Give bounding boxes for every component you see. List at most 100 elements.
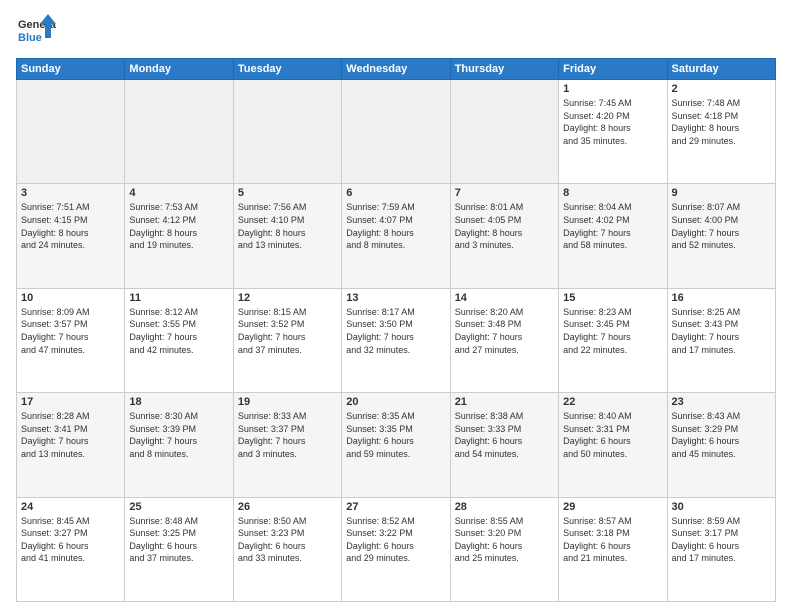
day-cell-12: 12 Sunrise: 8:15 AMSunset: 3:52 PMDayligh… xyxy=(233,288,341,392)
day-cell-15: 15Sunrise: 8:23 AMSunset: 3:45 PMDayligh… xyxy=(559,288,667,392)
day-info: Sunrise: 7:56 AMSunset: 4:10 PMDaylight:… xyxy=(238,201,337,251)
day-number: 3 xyxy=(21,187,120,199)
day-number: 22 xyxy=(563,396,662,408)
day-info: Sunrise: 8:57 AMSunset: 3:18 PMDaylight:… xyxy=(563,515,662,565)
day-number: 5 xyxy=(238,187,337,199)
empty-cell xyxy=(17,80,125,184)
day-cell-25: 25 Sunrise: 8:48 AMSunset: 3:25 PMDayligh… xyxy=(125,497,233,601)
header: General Blue xyxy=(16,12,776,52)
week-row-3: 10 Sunrise: 8:09 AMSunset: 3:57 PMDayligh… xyxy=(17,288,776,392)
week-row-2: 3 Sunrise: 7:51 AMSunset: 4:15 PMDaylight… xyxy=(17,184,776,288)
day-info: Sunrise: 8:30 AMSunset: 3:39 PMDaylight:… xyxy=(129,410,228,460)
empty-cell xyxy=(233,80,341,184)
day-number: 24 xyxy=(21,501,120,513)
day-number: 10 xyxy=(21,292,120,304)
day-cell-4: 4Sunrise: 7:53 AMSunset: 4:12 PMDaylight… xyxy=(125,184,233,288)
day-cell-20: 20 Sunrise: 8:35 AMSunset: 3:35 PMDayligh… xyxy=(342,393,450,497)
day-number: 23 xyxy=(672,396,771,408)
day-info: Sunrise: 8:35 AMSunset: 3:35 PMDaylight:… xyxy=(346,410,445,460)
day-number: 20 xyxy=(346,396,445,408)
day-number: 14 xyxy=(455,292,554,304)
day-info: Sunrise: 8:17 AMSunset: 3:50 PMDaylight:… xyxy=(346,306,445,356)
weekday-header-row: SundayMondayTuesdayWednesdayThursdayFrid… xyxy=(17,59,776,80)
calendar-page: General Blue SundayMondayTuesdayWednesda… xyxy=(0,0,792,612)
day-number: 29 xyxy=(563,501,662,513)
day-info: Sunrise: 8:38 AMSunset: 3:33 PMDaylight:… xyxy=(455,410,554,460)
day-cell-21: 21 Sunrise: 8:38 AMSunset: 3:33 PMDayligh… xyxy=(450,393,558,497)
day-number: 30 xyxy=(672,501,771,513)
week-row-5: 24Sunrise: 8:45 AMSunset: 3:27 PMDayligh… xyxy=(17,497,776,601)
day-info: Sunrise: 8:01 AMSunset: 4:05 PMDaylight:… xyxy=(455,201,554,251)
day-info: Sunrise: 7:59 AMSunset: 4:07 PMDaylight:… xyxy=(346,201,445,251)
logo-svg: General Blue xyxy=(16,12,56,52)
day-number: 15 xyxy=(563,292,662,304)
day-number: 28 xyxy=(455,501,554,513)
day-info: Sunrise: 8:43 AMSunset: 3:29 PMDaylight:… xyxy=(672,410,771,460)
day-info: Sunrise: 8:40 AMSunset: 3:31 PMDaylight:… xyxy=(563,410,662,460)
day-number: 11 xyxy=(129,292,228,304)
day-info: Sunrise: 8:55 AMSunset: 3:20 PMDaylight:… xyxy=(455,515,554,565)
week-row-4: 17Sunrise: 8:28 AMSunset: 3:41 PMDayligh… xyxy=(17,393,776,497)
empty-cell xyxy=(125,80,233,184)
weekday-thursday: Thursday xyxy=(450,59,558,80)
day-cell-28: 28 Sunrise: 8:55 AMSunset: 3:20 PMDayligh… xyxy=(450,497,558,601)
day-cell-24: 24Sunrise: 8:45 AMSunset: 3:27 PMDayligh… xyxy=(17,497,125,601)
day-cell-1: 1 Sunrise: 7:45 AMSunset: 4:20 PMDaylight… xyxy=(559,80,667,184)
day-cell-30: 30 Sunrise: 8:59 AMSunset: 3:17 PMDayligh… xyxy=(667,497,775,601)
empty-cell xyxy=(450,80,558,184)
week-row-1: 1 Sunrise: 7:45 AMSunset: 4:20 PMDaylight… xyxy=(17,80,776,184)
day-number: 17 xyxy=(21,396,120,408)
day-cell-16: 16Sunrise: 8:25 AMSunset: 3:43 PMDayligh… xyxy=(667,288,775,392)
day-number: 21 xyxy=(455,396,554,408)
svg-text:Blue: Blue xyxy=(18,32,42,44)
day-info: Sunrise: 8:20 AMSunset: 3:48 PMDaylight:… xyxy=(455,306,554,356)
day-cell-3: 3 Sunrise: 7:51 AMSunset: 4:15 PMDaylight… xyxy=(17,184,125,288)
day-number: 12 xyxy=(238,292,337,304)
weekday-monday: Monday xyxy=(125,59,233,80)
day-number: 1 xyxy=(563,83,662,95)
day-info: Sunrise: 8:50 AMSunset: 3:23 PMDaylight:… xyxy=(238,515,337,565)
day-info: Sunrise: 8:12 AMSunset: 3:55 PMDaylight:… xyxy=(129,306,228,356)
day-number: 18 xyxy=(129,396,228,408)
day-cell-18: 18 Sunrise: 8:30 AMSunset: 3:39 PMDayligh… xyxy=(125,393,233,497)
logo: General Blue xyxy=(16,12,56,52)
day-info: Sunrise: 8:09 AMSunset: 3:57 PMDaylight:… xyxy=(21,306,120,356)
weekday-wednesday: Wednesday xyxy=(342,59,450,80)
day-number: 8 xyxy=(563,187,662,199)
day-info: Sunrise: 8:07 AMSunset: 4:00 PMDaylight:… xyxy=(672,201,771,251)
day-number: 9 xyxy=(672,187,771,199)
day-cell-27: 27 Sunrise: 8:52 AMSunset: 3:22 PMDayligh… xyxy=(342,497,450,601)
day-info: Sunrise: 7:45 AMSunset: 4:20 PMDaylight:… xyxy=(563,97,662,147)
day-info: Sunrise: 7:51 AMSunset: 4:15 PMDaylight:… xyxy=(21,201,120,251)
day-cell-26: 26 Sunrise: 8:50 AMSunset: 3:23 PMDayligh… xyxy=(233,497,341,601)
weekday-saturday: Saturday xyxy=(667,59,775,80)
day-cell-19: 19Sunrise: 8:33 AMSunset: 3:37 PMDayligh… xyxy=(233,393,341,497)
day-info: Sunrise: 7:48 AMSunset: 4:18 PMDaylight:… xyxy=(672,97,771,147)
day-number: 19 xyxy=(238,396,337,408)
weekday-friday: Friday xyxy=(559,59,667,80)
day-cell-29: 29 Sunrise: 8:57 AMSunset: 3:18 PMDayligh… xyxy=(559,497,667,601)
day-info: Sunrise: 8:52 AMSunset: 3:22 PMDaylight:… xyxy=(346,515,445,565)
day-info: Sunrise: 8:25 AMSunset: 3:43 PMDaylight:… xyxy=(672,306,771,356)
day-cell-11: 11 Sunrise: 8:12 AMSunset: 3:55 PMDayligh… xyxy=(125,288,233,392)
weekday-tuesday: Tuesday xyxy=(233,59,341,80)
day-info: Sunrise: 8:15 AMSunset: 3:52 PMDaylight:… xyxy=(238,306,337,356)
day-cell-23: 23 Sunrise: 8:43 AMSunset: 3:29 PMDayligh… xyxy=(667,393,775,497)
day-number: 2 xyxy=(672,83,771,95)
day-number: 13 xyxy=(346,292,445,304)
day-info: Sunrise: 8:48 AMSunset: 3:25 PMDaylight:… xyxy=(129,515,228,565)
day-info: Sunrise: 8:59 AMSunset: 3:17 PMDaylight:… xyxy=(672,515,771,565)
weekday-sunday: Sunday xyxy=(17,59,125,80)
day-info: Sunrise: 8:04 AMSunset: 4:02 PMDaylight:… xyxy=(563,201,662,251)
day-cell-9: 9 Sunrise: 8:07 AMSunset: 4:00 PMDaylight… xyxy=(667,184,775,288)
day-cell-8: 8 Sunrise: 8:04 AMSunset: 4:02 PMDaylight… xyxy=(559,184,667,288)
day-number: 6 xyxy=(346,187,445,199)
day-cell-7: 7Sunrise: 8:01 AMSunset: 4:05 PMDaylight… xyxy=(450,184,558,288)
day-cell-14: 14 Sunrise: 8:20 AMSunset: 3:48 PMDayligh… xyxy=(450,288,558,392)
day-number: 25 xyxy=(129,501,228,513)
day-number: 26 xyxy=(238,501,337,513)
empty-cell xyxy=(342,80,450,184)
day-number: 27 xyxy=(346,501,445,513)
day-cell-17: 17Sunrise: 8:28 AMSunset: 3:41 PMDayligh… xyxy=(17,393,125,497)
day-cell-10: 10 Sunrise: 8:09 AMSunset: 3:57 PMDayligh… xyxy=(17,288,125,392)
